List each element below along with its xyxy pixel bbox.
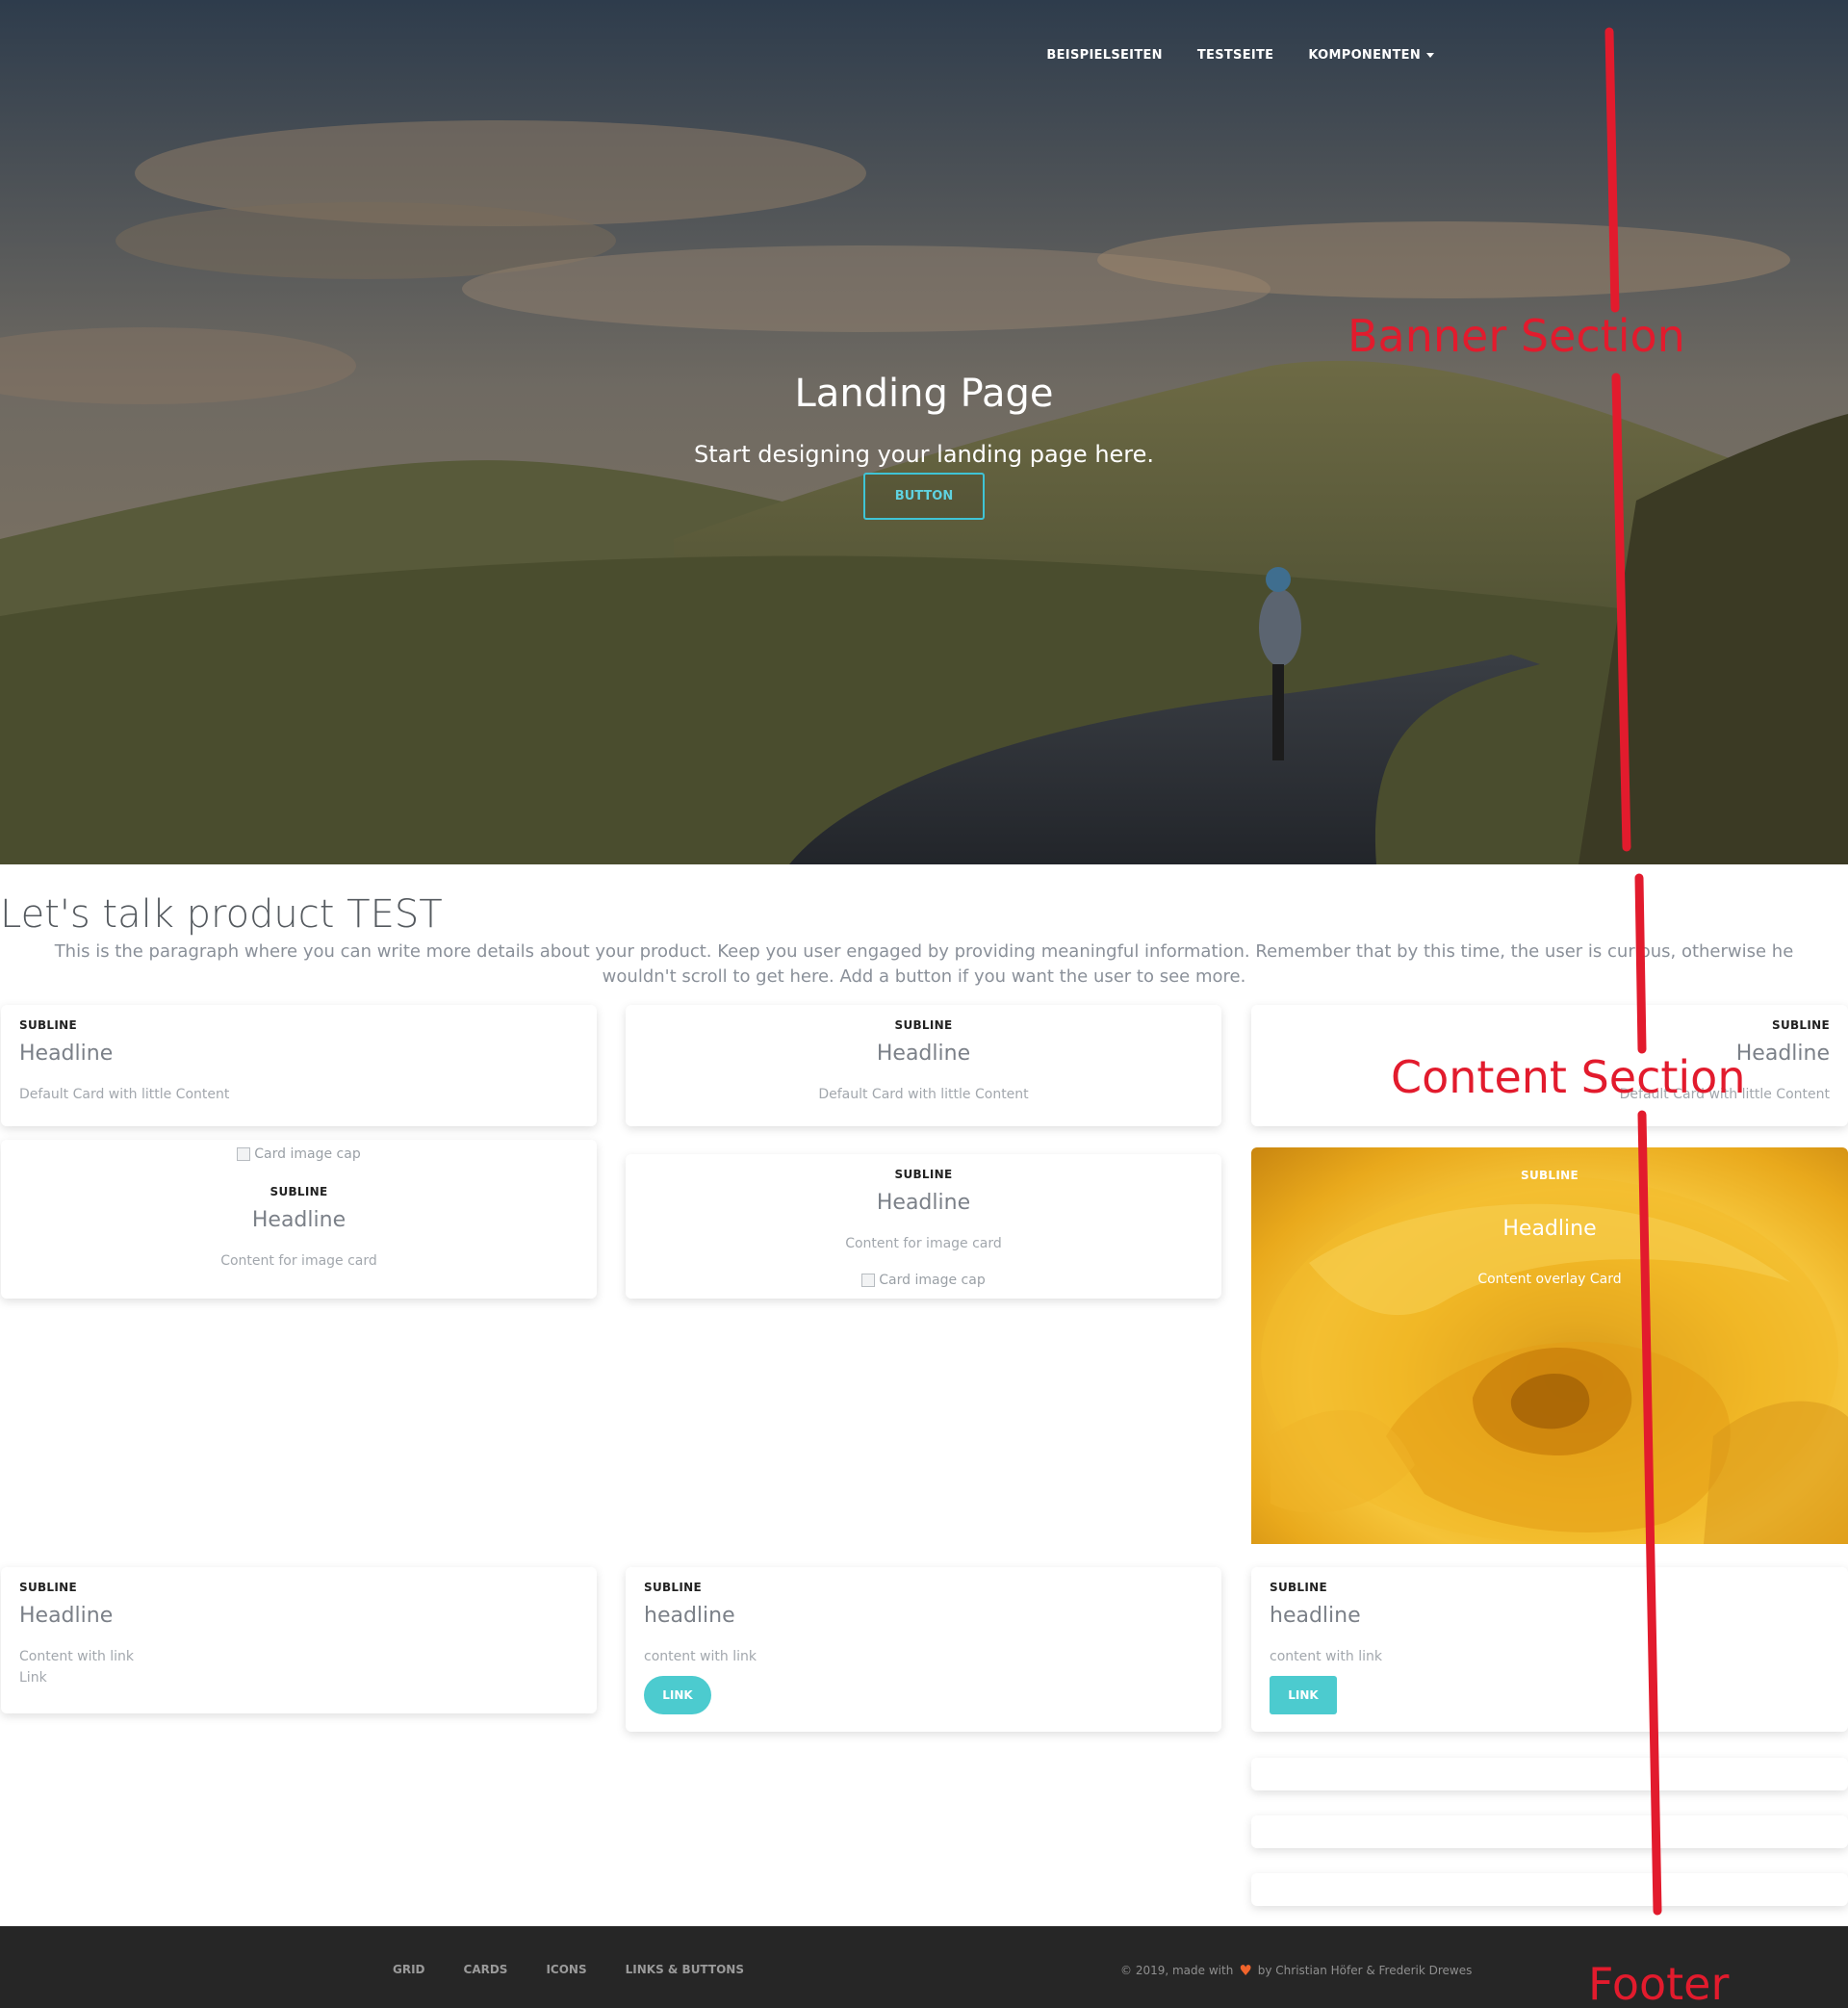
card-headline: headline bbox=[1270, 1604, 1361, 1628]
card-image-alt: Card image cap bbox=[879, 1273, 986, 1288]
page: BEISPIELSEITEN TESTSEITE KOMPONENTEN Lan… bbox=[0, 0, 1848, 2008]
content-section-label: Content Section bbox=[1391, 1051, 1746, 1103]
footer-link-cards[interactable]: CARDS bbox=[464, 1963, 508, 1976]
card-subline: SUBLINE bbox=[894, 1168, 953, 1181]
content-title: Let's talk product TEST bbox=[0, 892, 443, 937]
card-image-alt: Card image cap bbox=[254, 1146, 361, 1162]
broken-image-icon bbox=[861, 1274, 876, 1287]
hero-title: Landing Page bbox=[794, 372, 1054, 416]
image-top-card: Card image cap SUBLINE Headline Content … bbox=[1, 1140, 597, 1299]
footer-nav: GRID CARDS ICONS LINKS & BUTTONS bbox=[393, 1963, 744, 1976]
content-paragraph: This is the paragraph where you can writ… bbox=[54, 941, 1794, 987]
empty-card bbox=[1251, 1758, 1848, 1790]
card-subline: SUBLINE bbox=[270, 1185, 328, 1198]
overlay-card: SUBLINE Headline Content overlay Card bbox=[1251, 1147, 1848, 1544]
banner-section-label: Banner Section bbox=[1348, 310, 1685, 362]
broken-image-icon bbox=[237, 1147, 251, 1161]
card-subline: SUBLINE bbox=[1521, 1169, 1578, 1182]
footer: GRID CARDS ICONS LINKS & BUTTONS © 2019,… bbox=[0, 1926, 1848, 2008]
card-text: content with link bbox=[1270, 1649, 1382, 1664]
card-headline: Headline bbox=[19, 1604, 114, 1628]
link-card-left: SUBLINE Headline Content with link Link bbox=[1, 1567, 597, 1713]
link-pill-button[interactable]: LINK bbox=[644, 1676, 711, 1714]
nav-item-beispielseiten[interactable]: BEISPIELSEITEN bbox=[1046, 48, 1162, 63]
hero-subtitle: Start designing your landing page here. bbox=[693, 441, 1155, 468]
hero-button[interactable]: BUTTON bbox=[863, 473, 985, 520]
card-text: content with link bbox=[644, 1649, 757, 1664]
empty-card bbox=[1251, 1873, 1848, 1906]
card-image-cap: Card image cap bbox=[19, 1146, 578, 1162]
footer-link-links-buttons[interactable]: LINKS & BUTTONS bbox=[626, 1963, 744, 1976]
card-text: Content for image card bbox=[845, 1236, 1002, 1251]
card-link[interactable]: Link bbox=[19, 1670, 578, 1686]
card-headline: Headline bbox=[19, 1042, 114, 1066]
link-card-right: SUBLINE headline content with link LINK bbox=[1251, 1567, 1848, 1732]
overlay-card-body: SUBLINE Headline Content overlay Card bbox=[1251, 1147, 1848, 1287]
empty-card bbox=[1251, 1815, 1848, 1848]
card-subline: SUBLINE bbox=[19, 1018, 77, 1032]
footer-credit: © 2019, made with ♥ by Christian Höfer &… bbox=[1120, 1962, 1472, 1979]
card-headline: headline bbox=[644, 1604, 735, 1628]
nav-item-komponenten[interactable]: KOMPONENTEN bbox=[1308, 48, 1434, 63]
nav-item-testseite[interactable]: TESTSEITE bbox=[1197, 48, 1274, 63]
credit-prefix: © 2019, made with bbox=[1120, 1964, 1234, 1977]
card-text: Content overlay Card bbox=[1477, 1272, 1622, 1287]
card-headline: Headline bbox=[876, 1191, 971, 1215]
link-card-center: SUBLINE headline content with link LINK bbox=[626, 1567, 1221, 1732]
nav-item-komponenten-label: KOMPONENTEN bbox=[1308, 48, 1421, 63]
card-headline: Headline bbox=[876, 1042, 971, 1066]
credit-suffix: by Christian Höfer & Frederik Drewes bbox=[1257, 1964, 1473, 1977]
main-nav: BEISPIELSEITEN TESTSEITE KOMPONENTEN bbox=[1046, 48, 1434, 63]
card-image-cap: Card image cap bbox=[644, 1273, 1203, 1288]
image-bottom-card: SUBLINE Headline Content for image card … bbox=[626, 1154, 1221, 1299]
card-subline: SUBLINE bbox=[1270, 1581, 1327, 1594]
heart-icon: ♥ bbox=[1239, 1962, 1252, 1979]
card-headline: Headline bbox=[1502, 1217, 1597, 1241]
link-square-button[interactable]: LINK bbox=[1270, 1676, 1337, 1714]
card-subline: SUBLINE bbox=[19, 1581, 77, 1594]
card-subline: SUBLINE bbox=[894, 1018, 953, 1032]
card-text: Default Card with little Content bbox=[19, 1087, 230, 1102]
card-text: Default Card with little Content bbox=[818, 1087, 1029, 1102]
card-subline: SUBLINE bbox=[1772, 1018, 1830, 1032]
footer-link-icons[interactable]: ICONS bbox=[546, 1963, 586, 1976]
default-card-center: SUBLINE Headline Default Card with littl… bbox=[626, 1005, 1221, 1126]
banner-section: BEISPIELSEITEN TESTSEITE KOMPONENTEN Lan… bbox=[0, 0, 1848, 864]
footer-label: Footer bbox=[1588, 1958, 1730, 2008]
card-headline: Headline bbox=[251, 1208, 346, 1232]
default-card-left: SUBLINE Headline Default Card with littl… bbox=[1, 1005, 597, 1126]
card-text: Content with link bbox=[19, 1649, 135, 1664]
footer-link-grid[interactable]: GRID bbox=[393, 1963, 425, 1976]
card-text: Content for image card bbox=[220, 1253, 377, 1269]
caret-down-icon bbox=[1426, 53, 1434, 58]
banner-background-image bbox=[0, 0, 1848, 864]
card-subline: SUBLINE bbox=[644, 1581, 702, 1594]
